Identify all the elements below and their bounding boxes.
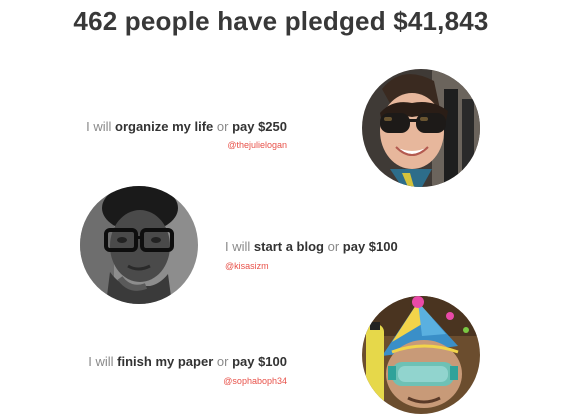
pledge-3-text: I will finish my paper or pay $100 — [88, 354, 287, 369]
pledge-1-handle-link[interactable]: @thejulielogan — [227, 140, 287, 150]
pledge-1-task: organize my life — [115, 119, 214, 134]
pledge-2-handle-link[interactable]: @kisasizm — [225, 261, 269, 271]
pledge-2-text: I will start a blog or pay $100 — [225, 239, 398, 254]
pledge-1-prefix: I will — [86, 119, 112, 134]
man-with-glasses-image — [80, 186, 198, 304]
pledge-2-task: start a blog — [253, 239, 324, 254]
pledge-2-amount: pay $100 — [342, 239, 398, 254]
pledge-1-avatar — [362, 69, 480, 187]
smiling-woman-sunglasses-image — [362, 69, 480, 187]
pledge-3-handle-link[interactable]: @sophaboph34 — [223, 376, 287, 386]
pledge-1-amount: pay $250 — [232, 119, 287, 134]
page-headline: 462 people have pledged $41,843 — [73, 6, 489, 36]
pledge-2-conj: or — [327, 239, 340, 254]
pledge-1-conj: or — [216, 119, 229, 134]
pledge-1-text: I will organize my life or pay $250 — [86, 119, 287, 134]
pledge-3-conj: or — [216, 354, 229, 369]
pledge-3-task: finish my paper — [117, 354, 214, 369]
pledge-2-prefix: I will — [225, 239, 251, 254]
party-hat-snorkel-mask-image — [362, 296, 480, 414]
pledge-2-avatar — [80, 186, 198, 304]
pledge-3-avatar — [362, 296, 480, 414]
pledge-3-prefix: I will — [88, 354, 114, 369]
pledge-3-amount: pay $100 — [232, 354, 287, 369]
